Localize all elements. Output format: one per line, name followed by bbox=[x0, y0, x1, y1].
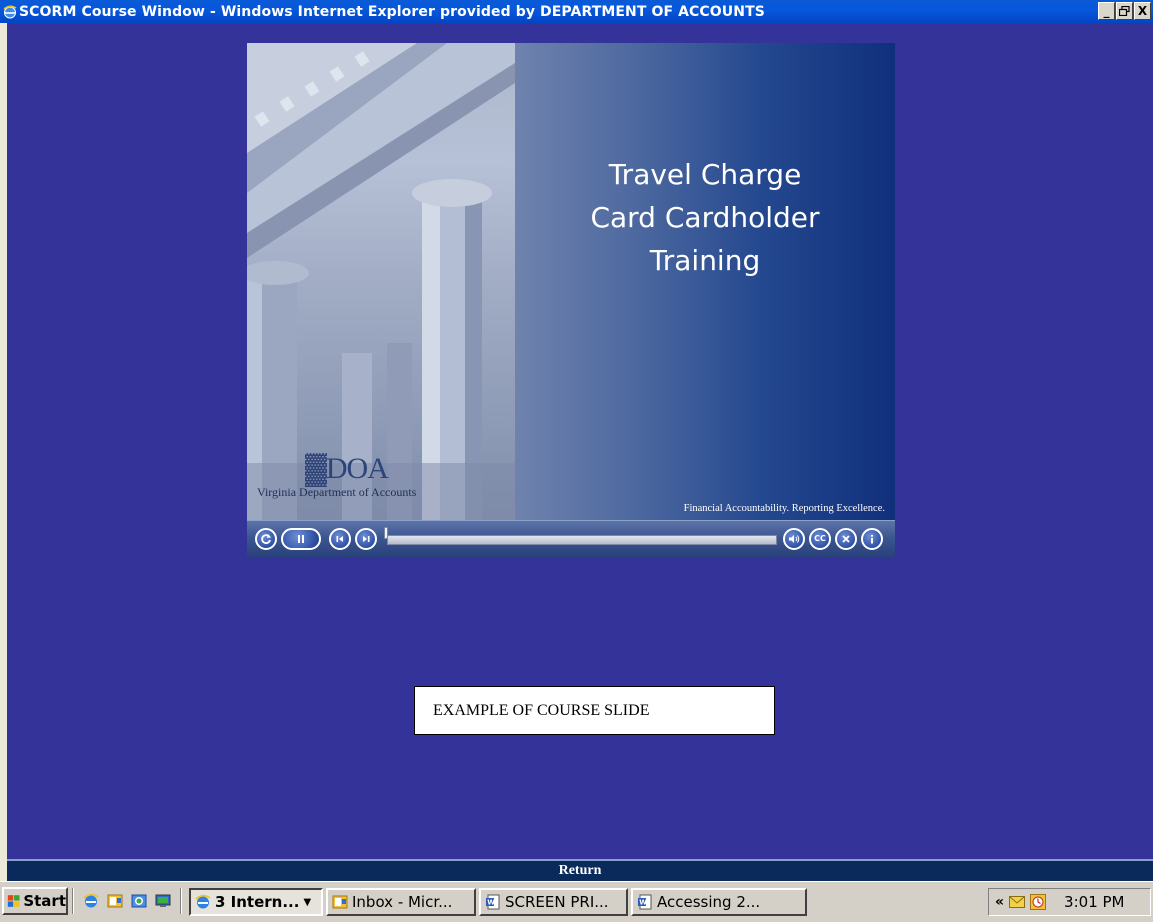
close-button[interactable]: X bbox=[1134, 2, 1151, 20]
example-label-text: EXAMPLE OF COURSE SLIDE bbox=[433, 701, 650, 719]
start-label: Start bbox=[23, 892, 66, 910]
volume-icon bbox=[789, 535, 800, 543]
taskbar-button-label: 3 Intern... bbox=[215, 893, 300, 911]
clock-icon[interactable] bbox=[1030, 894, 1047, 910]
exit-button[interactable] bbox=[835, 528, 857, 550]
course-slide: Travel Charge Card Cardholder Training ▓… bbox=[247, 43, 895, 520]
restore-icon bbox=[1119, 6, 1130, 16]
taskbar-button-internet-explorer[interactable]: 3 Intern... ▼ bbox=[189, 888, 323, 916]
taskbar-separator bbox=[72, 888, 74, 914]
slide-title: Travel Charge Card Cardholder Training bbox=[590, 158, 820, 277]
outlook-icon bbox=[332, 894, 348, 910]
example-label-box: EXAMPLE OF COURSE SLIDE bbox=[414, 686, 775, 735]
taskbar-button-label: Accessing 2... bbox=[657, 893, 761, 911]
player-controls: CC bbox=[247, 520, 895, 558]
word-icon: W bbox=[485, 894, 501, 910]
svg-text:W: W bbox=[487, 899, 495, 907]
start-button[interactable]: Start bbox=[2, 887, 68, 915]
closed-captions-icon: CC bbox=[814, 534, 826, 543]
previous-button[interactable] bbox=[329, 528, 351, 550]
taskbar-button-label: Inbox - Micr... bbox=[352, 893, 453, 911]
doa-logo-mark: ▓DOA bbox=[305, 452, 389, 485]
seek-bar[interactable] bbox=[387, 535, 777, 545]
volume-button[interactable] bbox=[783, 528, 805, 550]
replay-icon bbox=[261, 534, 271, 544]
maximize-button[interactable] bbox=[1116, 2, 1133, 20]
return-link[interactable]: Return bbox=[559, 863, 602, 879]
minimize-icon: _ bbox=[1103, 4, 1110, 18]
system-tray: « 3:01 PM bbox=[988, 888, 1151, 916]
window-title: SCORM Course Window - Windows Internet E… bbox=[19, 3, 765, 20]
next-button[interactable] bbox=[355, 528, 377, 550]
seek-bar-thumb[interactable] bbox=[384, 527, 388, 539]
closed-captions-button[interactable]: CC bbox=[809, 528, 831, 550]
quick-launch-outlook-icon[interactable] bbox=[106, 892, 124, 910]
window-left-border bbox=[0, 23, 7, 881]
course-player: Travel Charge Card Cardholder Training ▓… bbox=[247, 43, 895, 558]
pause-button[interactable] bbox=[281, 528, 321, 550]
info-button[interactable] bbox=[861, 528, 883, 550]
doa-logo-text: Virginia Department of Accounts bbox=[257, 485, 417, 499]
replay-button[interactable] bbox=[255, 528, 277, 550]
quick-launch-desktop-icon[interactable] bbox=[154, 892, 172, 910]
exit-icon bbox=[842, 535, 850, 543]
doa-logo: ▓DOA Virginia Department of Accounts bbox=[257, 453, 457, 503]
quick-launch-browser-icon[interactable] bbox=[130, 892, 148, 910]
next-icon bbox=[363, 536, 370, 542]
window-title-bar[interactable]: SCORM Course Window - Windows Internet E… bbox=[0, 0, 1153, 23]
taskbar-button-label: SCREEN PRI... bbox=[505, 893, 609, 911]
building-columns-photo bbox=[247, 43, 515, 520]
svg-text:W: W bbox=[639, 899, 647, 907]
return-bar: Return bbox=[7, 859, 1153, 881]
chevron-down-icon: ▼ bbox=[303, 896, 312, 908]
word-icon: W bbox=[637, 894, 653, 910]
quick-launch-ie-icon[interactable] bbox=[82, 892, 100, 910]
close-icon: X bbox=[1137, 4, 1148, 18]
windows-logo-icon bbox=[7, 895, 20, 907]
info-icon bbox=[870, 534, 874, 544]
previous-icon bbox=[336, 536, 343, 542]
taskbar-button-screen-print[interactable]: W SCREEN PRI... bbox=[479, 888, 628, 916]
taskbar: Start 3 Intern... ▼ Inbox - Micr... W SC… bbox=[0, 881, 1153, 922]
taskbar-clock[interactable]: 3:01 PM bbox=[1064, 893, 1124, 911]
mail-icon[interactable] bbox=[1009, 894, 1026, 910]
slide-tagline: Financial Accountability. Reporting Exce… bbox=[683, 503, 885, 514]
course-content-area: Travel Charge Card Cardholder Training ▓… bbox=[7, 23, 1153, 859]
ie-icon bbox=[195, 894, 211, 910]
minimize-button[interactable]: _ bbox=[1098, 2, 1115, 20]
taskbar-button-inbox[interactable]: Inbox - Micr... bbox=[326, 888, 476, 916]
internet-explorer-icon bbox=[3, 5, 17, 19]
taskbar-button-accessing[interactable]: W Accessing 2... bbox=[631, 888, 807, 916]
show-hidden-icons-icon[interactable]: « bbox=[995, 894, 1004, 910]
taskbar-separator bbox=[180, 888, 182, 914]
pause-icon bbox=[298, 535, 304, 543]
